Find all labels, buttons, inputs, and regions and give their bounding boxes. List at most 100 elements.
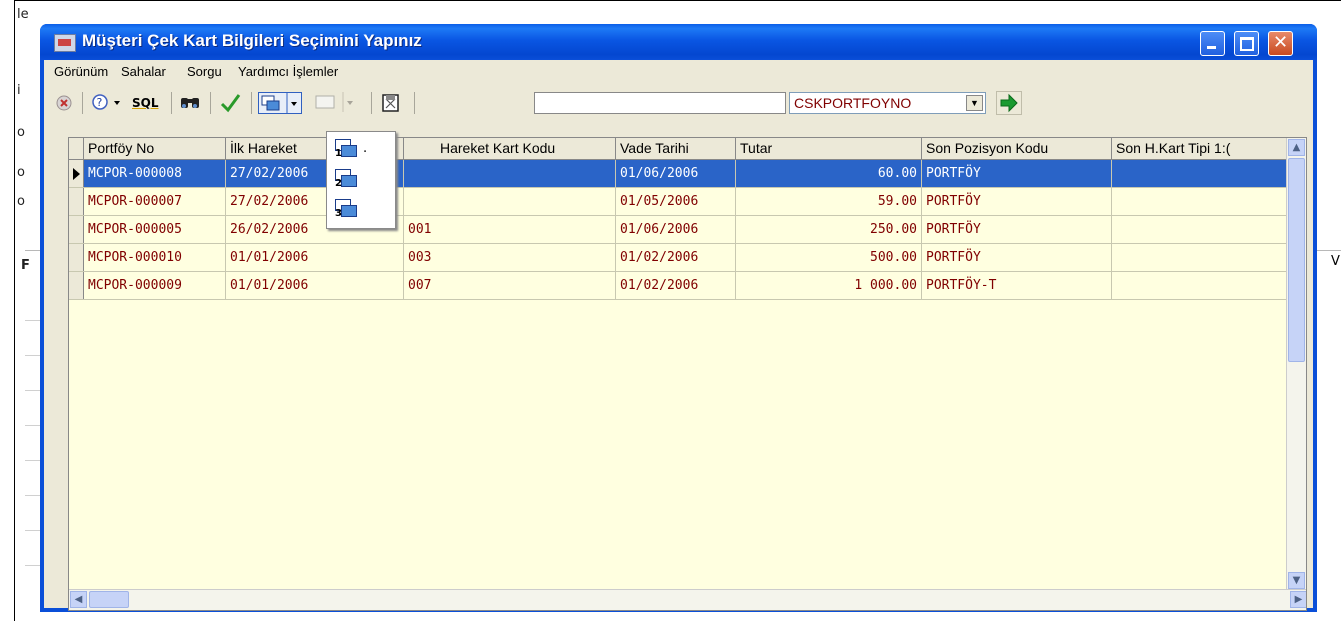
cell-portfoy-no[interactable]: MCPOR-000005	[84, 216, 226, 243]
bg-text: o	[17, 194, 25, 209]
row-indicator	[69, 216, 84, 243]
cell-son-pozisyon-kodu[interactable]: PORTFÖY	[922, 244, 1112, 271]
row-indicator	[69, 188, 84, 215]
table-row[interactable]: MCPOR-000010 01/01/2006 003 01/02/2006 5…	[69, 244, 1289, 272]
table-row[interactable]: MCPOR-000007 27/02/2006 01/05/2006 59.00…	[69, 188, 1289, 216]
cell-son-pozisyon-kodu[interactable]: PORTFÖY	[922, 216, 1112, 243]
title-bar[interactable]: Müşteri Çek Kart Bilgileri Seçimini Yapı…	[40, 24, 1317, 60]
cell-son-h-kart-tipi[interactable]	[1112, 244, 1289, 271]
cell-ilk-hareket[interactable]: 01/01/2006	[226, 272, 404, 299]
popup-menu-item[interactable]: 2	[333, 166, 389, 192]
close-button[interactable]: ✕	[1268, 31, 1293, 56]
column-header[interactable]: Son H.Kart Tipi 1:(	[1112, 138, 1289, 159]
sql-button[interactable]: SQL	[132, 92, 164, 114]
grid-layout-dropdown-button[interactable]	[258, 92, 302, 114]
confirm-button[interactable]	[219, 92, 243, 114]
window-title: Müşteri Çek Kart Bilgileri Seçimini Yapı…	[82, 31, 422, 50]
cell-portfoy-no[interactable]: MCPOR-000009	[84, 272, 226, 299]
scroll-up-button[interactable]: ▲	[1288, 139, 1305, 156]
document-save-icon	[382, 94, 399, 112]
help-icon: ?	[92, 94, 120, 110]
scroll-thumb[interactable]	[89, 591, 129, 608]
maximize-icon	[1240, 37, 1254, 51]
cell-hareket-kart-kodu[interactable]: 003	[404, 244, 616, 271]
menu-sahalar[interactable]: Sahalar	[121, 64, 166, 79]
window-icon	[315, 92, 353, 112]
cell-son-h-kart-tipi[interactable]	[1112, 272, 1289, 299]
field-select-value: CSKPORTFOYNO	[794, 95, 912, 111]
cell-hareket-kart-kodu[interactable]: 001	[404, 216, 616, 243]
view-dropdown-button[interactable]	[310, 92, 362, 114]
column-header[interactable]: Son Pozisyon Kodu	[922, 138, 1112, 159]
app-icon[interactable]	[54, 34, 76, 52]
cell-vade-tarihi[interactable]: 01/02/2006	[616, 272, 736, 299]
field-select[interactable]: CSKPORTFOYNO ▼	[789, 92, 986, 114]
cell-vade-tarihi[interactable]: 01/02/2006	[616, 244, 736, 271]
cell-son-h-kart-tipi[interactable]	[1112, 216, 1289, 243]
table-row[interactable]: MCPOR-000009 01/01/2006 007 01/02/2006 1…	[69, 272, 1289, 300]
sql-label: SQL	[132, 96, 159, 110]
scroll-left-button[interactable]: ◀	[70, 591, 87, 608]
cell-portfoy-no[interactable]: MCPOR-000010	[84, 244, 226, 271]
row-pointer-icon	[73, 168, 80, 180]
help-dropdown-button[interactable]: ?	[90, 92, 134, 114]
scroll-thumb[interactable]	[1288, 158, 1305, 362]
binoculars-icon	[181, 98, 199, 108]
find-button[interactable]	[179, 92, 203, 114]
minimize-button[interactable]	[1200, 31, 1225, 56]
table-layout-icon: 1	[335, 139, 357, 159]
cell-tutar[interactable]: 59.00	[736, 188, 922, 215]
scroll-down-button[interactable]: ▼	[1288, 572, 1305, 589]
cell-tutar[interactable]: 500.00	[736, 244, 922, 271]
popup-menu-item[interactable]: 3	[333, 196, 389, 222]
vertical-scrollbar[interactable]: ▲ ▼	[1286, 138, 1306, 590]
window-client-area: Görünüm Sahalar Sorgu Yardımcı İşlemler …	[44, 60, 1313, 611]
cancel-icon	[56, 95, 72, 111]
menu-gorunum[interactable]: Görünüm	[54, 64, 108, 79]
popup-menu-item[interactable]: 1 .	[333, 136, 389, 162]
cell-tutar[interactable]: 1 000.00	[736, 272, 922, 299]
menu-sorgu[interactable]: Sorgu	[187, 64, 222, 79]
cell-son-pozisyon-kodu[interactable]: PORTFÖY-T	[922, 272, 1112, 299]
maximize-button[interactable]	[1234, 31, 1259, 56]
cell-son-h-kart-tipi[interactable]	[1112, 188, 1289, 215]
cell-son-pozisyon-kodu[interactable]: PORTFÖY	[922, 188, 1112, 215]
column-header[interactable]: Vade Tarihi	[616, 138, 736, 159]
cell-tutar[interactable]: 60.00	[736, 160, 922, 187]
data-grid: Portföy No İlk Hareket Hareket Kart Kodu…	[68, 137, 1307, 611]
column-header[interactable]: Hareket Kart Kodu	[404, 138, 616, 159]
horizontal-scrollbar[interactable]: ◀ ▶	[69, 589, 1306, 610]
table-row[interactable]: MCPOR-000005 26/02/2006 001 01/06/2006 2…	[69, 216, 1289, 244]
row-indicator	[69, 160, 84, 187]
cell-vade-tarihi[interactable]: 01/06/2006	[616, 160, 736, 187]
cell-portfoy-no[interactable]: MCPOR-000007	[84, 188, 226, 215]
cell-ilk-hareket[interactable]: 01/01/2006	[226, 244, 404, 271]
cell-tutar[interactable]: 250.00	[736, 216, 922, 243]
cell-vade-tarihi[interactable]: 01/05/2006	[616, 188, 736, 215]
table-layout-icon: 2	[335, 169, 357, 189]
cell-son-h-kart-tipi[interactable]	[1112, 160, 1289, 187]
indicator-header	[69, 138, 84, 159]
grid-layout-popup-menu: 1 . 2 3	[326, 131, 396, 229]
scroll-right-button[interactable]: ▶	[1290, 591, 1306, 608]
column-header[interactable]: Portföy No	[84, 138, 226, 159]
minimize-icon	[1207, 46, 1216, 49]
export-button[interactable]	[380, 92, 406, 114]
cell-hareket-kart-kodu[interactable]: 007	[404, 272, 616, 299]
column-header[interactable]: Tutar	[736, 138, 922, 159]
cell-portfoy-no[interactable]: MCPOR-000008	[84, 160, 226, 187]
menu-yardimci-islemler[interactable]: Yardımcı İşlemler	[238, 64, 338, 79]
chevron-down-icon[interactable]: ▼	[966, 95, 983, 111]
search-input[interactable]	[534, 92, 786, 114]
cell-son-pozisyon-kodu[interactable]: PORTFÖY	[922, 160, 1112, 187]
cancel-button[interactable]	[54, 92, 76, 114]
cell-vade-tarihi[interactable]: 01/06/2006	[616, 216, 736, 243]
cell-hareket-kart-kodu[interactable]	[404, 188, 616, 215]
table-row[interactable]: MCPOR-000008 27/02/2006 01/06/2006 60.00…	[69, 160, 1289, 188]
go-button[interactable]	[996, 91, 1022, 115]
cell-hareket-kart-kodu[interactable]	[404, 160, 616, 187]
bg-text: le	[17, 7, 29, 22]
close-icon: ✕	[1272, 32, 1289, 53]
bg-text: V	[1331, 254, 1340, 269]
toolbar: ? SQL CSKPORTFOYNO ▼	[44, 86, 1313, 120]
